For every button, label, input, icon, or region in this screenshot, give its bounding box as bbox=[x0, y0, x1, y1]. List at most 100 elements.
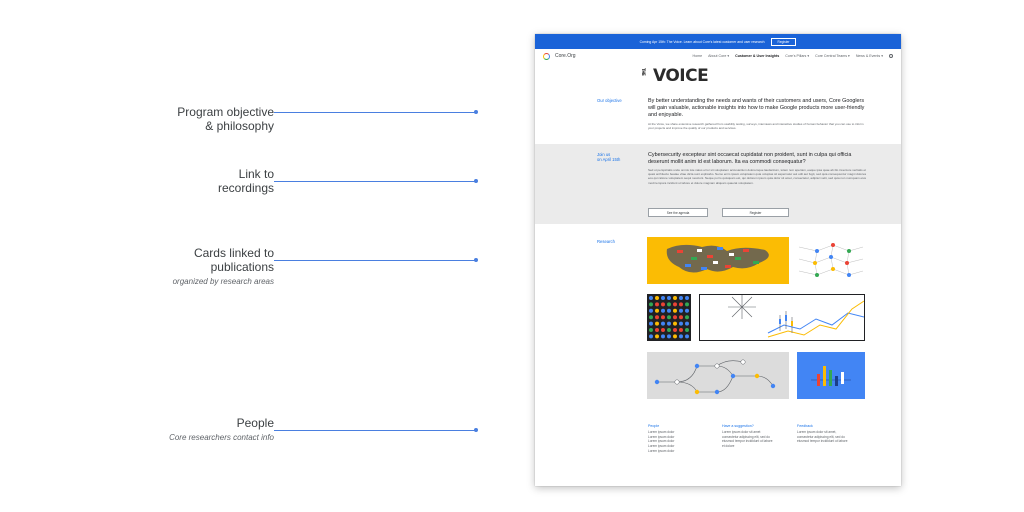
grid-dot bbox=[667, 315, 671, 320]
grid-dot bbox=[655, 315, 659, 320]
footer-suggestion-heading[interactable]: Have a suggestion? bbox=[722, 424, 773, 429]
logo-voice: VOICE bbox=[653, 66, 709, 86]
join-register-button[interactable]: Register bbox=[722, 208, 789, 217]
annotation-cards-publications: Cards linked to publications organized b… bbox=[173, 246, 274, 286]
annotation-title-line: & philosophy bbox=[205, 119, 274, 133]
annotation-leader-dot bbox=[474, 428, 478, 432]
nav-item-insights[interactable]: Customer & User Insights bbox=[735, 54, 779, 58]
google-g-icon bbox=[543, 52, 550, 60]
grid-dot bbox=[679, 302, 683, 307]
announcement-banner: Coming Apr 15th: The Voice. Learn about … bbox=[535, 34, 901, 49]
grid-dot bbox=[649, 296, 653, 300]
grid-dot bbox=[649, 328, 653, 332]
nav-item-pillars[interactable]: Core's Pillars ▾ bbox=[785, 54, 809, 58]
grid-dot bbox=[655, 302, 659, 307]
annotation-leader-line bbox=[274, 260, 475, 261]
nav-item-teams[interactable]: Core Central Teams ▾ bbox=[815, 54, 850, 58]
grid-dot bbox=[667, 302, 671, 307]
research-card-network[interactable] bbox=[797, 237, 865, 284]
grid-dot bbox=[685, 328, 689, 332]
dot-grid-illustration bbox=[649, 296, 689, 339]
annotation-title-line: People bbox=[236, 416, 274, 430]
research-card-linechart[interactable] bbox=[699, 294, 865, 341]
footer-people-heading[interactable]: People bbox=[648, 424, 674, 429]
objective-lead: By better understanding the needs and wa… bbox=[648, 98, 865, 118]
objective-body: At the Voice, we share extensive researc… bbox=[648, 122, 864, 131]
annotation-program-objective: Program objective & philosophy bbox=[177, 105, 274, 133]
join-label-line: on April 15th bbox=[597, 157, 621, 162]
footer-feedback-line: eiusmod tempor incididunt ut labore bbox=[797, 439, 848, 444]
footer-suggestion-line: et dolore bbox=[722, 444, 735, 449]
grid-dot bbox=[655, 328, 659, 332]
objective-label: Our objective bbox=[597, 98, 622, 103]
see-agenda-button[interactable]: See the agenda bbox=[648, 208, 708, 217]
canvas: Program objective & philosophy Link to r… bbox=[0, 0, 1024, 512]
grid-dot bbox=[661, 315, 665, 320]
annotation-title-line: Program objective bbox=[177, 105, 274, 119]
grid-dot bbox=[685, 302, 689, 307]
footer-people-line[interactable]: Lorem ipsum dolor bbox=[648, 430, 674, 435]
site-name: Core.Org bbox=[555, 53, 576, 59]
grid-dot bbox=[649, 315, 653, 320]
grid-dot bbox=[685, 334, 689, 339]
footer-feedback-heading[interactable]: Feedback bbox=[797, 424, 848, 429]
bar-illustration bbox=[811, 366, 851, 386]
line-chart-illustration bbox=[728, 295, 864, 338]
grid-dot bbox=[667, 328, 671, 332]
join-label: Join us on April 15th bbox=[597, 152, 620, 162]
grid-dot bbox=[673, 308, 677, 313]
annotation-leader-dot bbox=[474, 110, 478, 114]
annotation-title-line: publications bbox=[210, 260, 274, 274]
grid-dot bbox=[673, 315, 677, 320]
footer-people: People Lorem ipsum dolor Lorem ipsum dol… bbox=[648, 424, 674, 454]
research-card-dotgrid[interactable] bbox=[647, 294, 691, 341]
join-body: Sed ut perspiciatis unde omnis iste natu… bbox=[648, 168, 867, 185]
research-card-bars[interactable] bbox=[797, 352, 865, 399]
research-card-flow[interactable] bbox=[647, 352, 789, 399]
annotation-leader-line bbox=[274, 112, 475, 113]
grid-dot bbox=[649, 321, 653, 326]
grid-dot bbox=[679, 296, 683, 300]
nav-item-home[interactable]: Home bbox=[693, 54, 703, 58]
grid-dot bbox=[685, 296, 689, 300]
grid-dot bbox=[679, 328, 683, 332]
banner-register-button[interactable]: Register bbox=[770, 37, 797, 46]
flow-diagram-illustration bbox=[654, 359, 776, 395]
grid-dot bbox=[661, 308, 665, 313]
grid-dot bbox=[673, 334, 677, 339]
page-mockup: Coming Apr 15th: The Voice. Learn about … bbox=[535, 34, 901, 486]
grid-dot bbox=[649, 308, 653, 313]
grid-dot bbox=[685, 315, 689, 320]
world-map-illustration bbox=[666, 244, 769, 273]
grid-dot bbox=[673, 302, 677, 307]
footer-feedback: Feedback Lorem ipsum dolor sit amet, con… bbox=[797, 424, 848, 444]
annotation-link-recordings: Link to recordings bbox=[218, 167, 274, 195]
grid-dot bbox=[667, 296, 671, 300]
grid-dot bbox=[667, 308, 671, 313]
network-illustration bbox=[798, 243, 864, 277]
nav-item-news[interactable]: News & Events ▾ bbox=[856, 54, 883, 58]
footer-people-line[interactable]: Lorem ipsum dolor bbox=[648, 449, 674, 454]
join-lead: Cybersecurity excepteur sint occaecat cu… bbox=[648, 152, 852, 165]
nav-item-about[interactable]: About Core ▾ bbox=[708, 54, 729, 58]
annotation-title-line: Link to bbox=[238, 167, 274, 181]
annotation-leader-line bbox=[274, 181, 475, 182]
search-icon[interactable] bbox=[889, 54, 893, 58]
grid-dot bbox=[661, 334, 665, 339]
annotation-subtitle: Core researchers contact info bbox=[169, 433, 274, 442]
grid-dot bbox=[649, 302, 653, 307]
grid-dot bbox=[679, 321, 683, 326]
grid-dot bbox=[655, 296, 659, 300]
grid-dot bbox=[655, 308, 659, 313]
grid-dot bbox=[655, 334, 659, 339]
grid-dot bbox=[673, 321, 677, 326]
grid-dot bbox=[649, 334, 653, 339]
site-logo[interactable]: Core.Org bbox=[543, 52, 576, 60]
footer-suggestion: Have a suggestion? Lorem ipsum dolor sit… bbox=[722, 424, 773, 449]
grid-dot bbox=[685, 321, 689, 326]
grid-dot bbox=[661, 302, 665, 307]
research-card-map[interactable] bbox=[647, 237, 789, 284]
research-label: Research bbox=[597, 239, 615, 244]
site-nav: Core.Org Home About Core ▾ Customer & Us… bbox=[535, 49, 901, 63]
annotation-leader-dot bbox=[474, 179, 478, 183]
